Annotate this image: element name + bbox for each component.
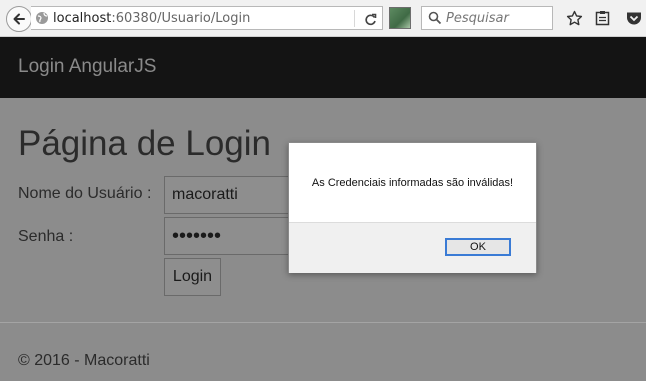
- password-value: •••••••: [172, 224, 222, 247]
- password-label: Senha :: [18, 228, 74, 245]
- reload-button[interactable]: [361, 10, 379, 28]
- username-label: Nome do Usuário :: [18, 185, 152, 202]
- page-title: Página de Login: [18, 124, 271, 163]
- search-icon: [428, 11, 442, 25]
- footer-text: © 2016 - Macoratti: [18, 352, 150, 369]
- reading-list-button[interactable]: [593, 9, 611, 27]
- star-icon: [566, 10, 582, 25]
- login-button[interactable]: Login: [164, 258, 221, 296]
- dialog-footer: OK: [289, 222, 536, 273]
- reload-icon: [364, 13, 376, 25]
- extension-icon[interactable]: [389, 7, 411, 29]
- address-bar[interactable]: localhost:60380/Usuario/Login: [31, 6, 383, 30]
- arrow-left-icon: [13, 13, 25, 25]
- url-path: :60380/Usuario/Login: [111, 10, 251, 26]
- pocket-icon: [627, 12, 641, 24]
- pocket-button[interactable]: [625, 9, 643, 27]
- url-text: localhost:60380/Usuario/Login: [53, 11, 250, 26]
- clipboard-icon: [595, 11, 609, 26]
- brand-link[interactable]: Login AngularJS: [18, 56, 156, 78]
- url-host: localhost: [53, 10, 112, 26]
- search-placeholder: Pesquisar: [446, 10, 509, 26]
- username-value: macoratti: [172, 186, 238, 203]
- browser-toolbar: localhost:60380/Usuario/Login Pesquisar: [0, 0, 646, 37]
- divider: [0, 322, 646, 323]
- ok-button[interactable]: OK: [445, 238, 511, 256]
- app-navbar: Login AngularJS: [0, 37, 646, 98]
- bookmark-star-button[interactable]: [565, 9, 583, 27]
- globe-icon: [36, 12, 48, 24]
- url-separator: [354, 10, 355, 27]
- username-field[interactable]: macoratti: [164, 176, 292, 214]
- search-bar[interactable]: Pesquisar: [421, 6, 553, 30]
- dialog-message: As Credenciais informadas são inválidas!: [311, 177, 514, 189]
- back-button[interactable]: [6, 6, 32, 32]
- alert-dialog: As Credenciais informadas são inválidas!…: [288, 142, 537, 273]
- password-field[interactable]: •••••••: [164, 217, 292, 255]
